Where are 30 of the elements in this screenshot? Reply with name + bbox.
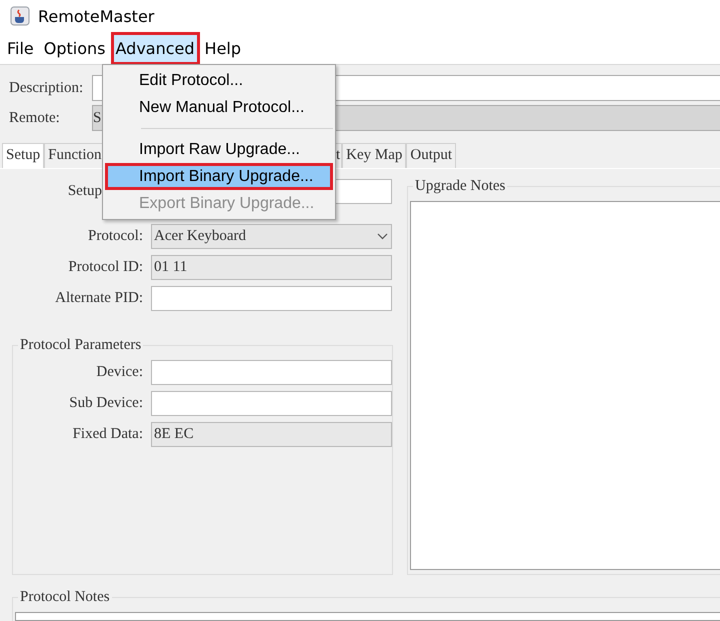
protocol-dropdown[interactable]: Acer Keyboard xyxy=(151,224,392,249)
menu-item[interactable]: Import Binary Upgrade... xyxy=(105,163,333,190)
field-label: Setup xyxy=(66,183,103,200)
field-label: Sub Device: xyxy=(68,395,143,412)
chevron-down-icon xyxy=(377,233,388,240)
input-field[interactable] xyxy=(151,391,392,416)
input-field[interactable]: 8E EC xyxy=(151,422,392,447)
input-field[interactable] xyxy=(151,360,392,385)
group-title: Upgrade Notes xyxy=(413,177,508,195)
menu-item[interactable]: Edit Protocol... xyxy=(105,67,333,94)
input-field[interactable]: 01 11 xyxy=(151,255,392,280)
field-label: Fixed Data: xyxy=(72,426,143,443)
field-label: Alternate PID: xyxy=(54,290,143,307)
field-label: Device: xyxy=(95,364,143,381)
text-area[interactable] xyxy=(15,612,720,621)
menu-item[interactable]: File xyxy=(2,32,39,64)
menu-item[interactable]: Advanced xyxy=(110,32,200,64)
window-title: RemoteMaster xyxy=(38,6,154,26)
tab[interactable]: Setup xyxy=(2,143,44,168)
input-field[interactable] xyxy=(151,286,392,311)
menu-item[interactable]: Import Raw Upgrade... xyxy=(105,136,333,163)
menu-item[interactable]: Options xyxy=(38,32,111,64)
menu-item[interactable]: Help xyxy=(200,32,246,64)
tab[interactable]: Output xyxy=(406,143,456,168)
field-label: Remote: xyxy=(8,110,61,126)
field-label: Protocol: xyxy=(87,228,143,245)
tab[interactable]: Key Map xyxy=(342,143,406,168)
field-label: Description: xyxy=(8,80,84,96)
app-cup-icon xyxy=(10,6,30,26)
field-label: Protocol ID: xyxy=(67,259,143,276)
